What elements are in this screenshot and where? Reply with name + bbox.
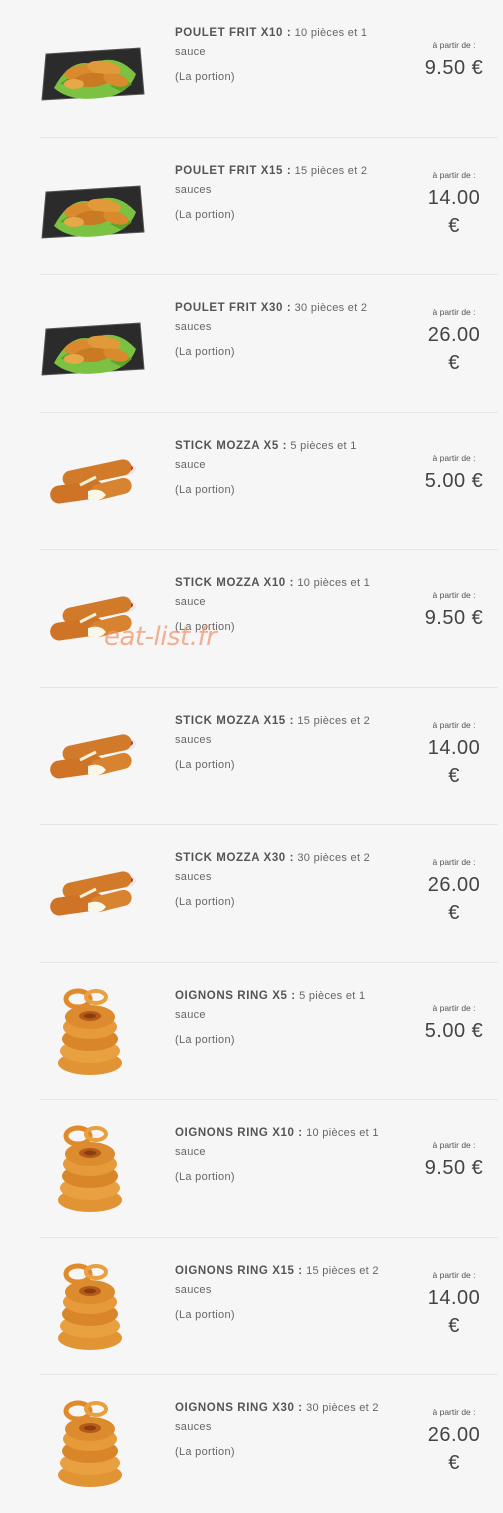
price-from-label: à partir de : [432,1002,476,1013]
onion-rings-image [40,981,150,1081]
item-price: 14.00 € [427,1286,481,1337]
price-from-label: à partir de : [432,307,476,317]
item-name: POULET FRIT X30 : [175,302,292,314]
item-price: 14.00 € [427,736,481,787]
item-name: OIGNONS RING X10 : [175,1127,303,1139]
price-from-label: à partir de : [432,719,476,730]
menu-item[interactable]: POULET FRIT X30 : 30 pièces et 2 sauces(… [40,275,498,413]
fried-chicken-image [40,18,150,118]
item-name: STICK MOZZA X15 : [175,714,295,727]
menu-item[interactable]: OIGNONS RING X30 : 30 pièces et 2 sauces… [40,1375,498,1513]
menu-item[interactable]: OIGNONS RING X15 : 15 pièces et 2 sauces… [40,1238,498,1375]
item-price: 14.00 € [427,186,481,237]
price-from-label: à partir de : [432,169,476,180]
price-from-label: à partir de : [432,857,476,867]
item-name: OIGNONS RING X30 : [175,1402,303,1414]
item-name: OIGNONS RING X15 : [175,1264,303,1277]
mozza-sticks-image [40,431,150,531]
item-price: 26.00 € [427,324,481,374]
menu-item[interactable]: STICK MOZZA X30 : 30 pièces et 2 sauces(… [40,825,498,963]
item-price: 5.00 € [424,1019,484,1042]
menu-list: POULET FRIT X10 : 10 pièces et 1 sauce (L… [0,0,503,1513]
item-description: POULET FRIT X10 : 10 pièces et 1 sauce (L… [175,24,390,87]
item-description: STICK MOZZA X5 : 5 pièces et 1 sauce (La … [175,437,390,500]
price-box: à partir de : 14.00 € [414,170,494,240]
price-box: à partir de : 9.50 € [414,40,494,82]
item-description: POULET FRIT X15 : 15 pièces et 2 sauces(… [175,162,390,225]
item-price: 9.50 € [424,1157,484,1179]
item-portion: (La portion) [175,71,235,83]
price-box: à partir de : 14.00 € [414,1270,494,1340]
price-box: à partir de : 9.50 € [414,590,494,632]
item-name: STICK MOZZA X5 : [175,439,288,452]
item-portion: (La portion) [175,1308,235,1321]
price-from-label: à partir de : [432,40,476,50]
menu-item[interactable]: OIGNONS RING X5 : 5 pièces et 1 sauce (La… [40,963,498,1100]
item-portion: (La portion) [175,758,235,771]
item-description: POULET FRIT X30 : 30 pièces et 2 sauces(… [175,299,390,362]
item-price: 9.50 € [424,607,484,629]
item-description: OIGNONS RING X15 : 15 pièces et 2 sauces… [175,1262,390,1325]
item-name: POULET FRIT X15 : [175,164,292,177]
item-portion: (La portion) [175,1171,235,1183]
item-portion: (La portion) [175,1446,235,1458]
item-price: 5.00 € [424,469,484,492]
price-from-label: à partir de : [432,452,476,463]
mozza-sticks-image [40,706,150,806]
item-description: OIGNONS RING X5 : 5 pièces et 1 sauce (La… [175,987,390,1050]
price-box: à partir de : 26.00 € [414,1407,494,1477]
item-description: OIGNONS RING X30 : 30 pièces et 2 sauces… [175,1399,390,1462]
price-from-label: à partir de : [432,1269,476,1280]
menu-item[interactable]: STICK MOZZA X5 : 5 pièces et 1 sauce (La … [40,413,498,550]
fried-chicken-image [40,156,150,256]
watermark: eat-list.fr [104,622,217,652]
price-from-label: à partir de : [432,1407,476,1417]
onion-rings-image [40,1256,150,1356]
item-price: 26.00 € [427,1424,481,1474]
price-box: à partir de : 5.00 € [414,453,494,495]
price-from-label: à partir de : [432,1140,476,1150]
mozza-sticks-image [40,568,150,668]
price-box: à partir de : 14.00 € [414,720,494,790]
item-description: STICK MOZZA X30 : 30 pièces et 2 sauces(… [175,849,390,912]
item-name: STICK MOZZA X30 : [175,852,295,864]
item-price: 26.00 € [427,874,481,924]
item-name: OIGNONS RING X5 : [175,989,296,1002]
fried-chicken-image [40,293,150,393]
item-portion: (La portion) [175,483,235,496]
item-name: POULET FRIT X10 : [175,27,292,39]
item-price: 9.50 € [424,57,484,79]
item-name: STICK MOZZA X10 : [175,577,295,589]
mozza-sticks-image [40,843,150,943]
price-box: à partir de : 9.50 € [414,1140,494,1182]
price-box: à partir de : 26.00 € [414,857,494,927]
item-portion: (La portion) [175,346,235,358]
menu-item[interactable]: STICK MOZZA X10 : 10 pièces et 1 sauce (L… [40,550,498,688]
menu-item[interactable]: POULET FRIT X10 : 10 pièces et 1 sauce (L… [40,0,498,138]
price-box: à partir de : 26.00 € [414,307,494,377]
menu-item[interactable]: STICK MOZZA X15 : 15 pièces et 2 sauces(… [40,688,498,825]
menu-item[interactable]: POULET FRIT X15 : 15 pièces et 2 sauces(… [40,138,498,275]
menu-item[interactable]: OIGNONS RING X10 : 10 pièces et 1 sauce(… [40,1100,498,1238]
onion-rings-image [40,1393,150,1493]
item-portion: (La portion) [175,896,235,908]
price-from-label: à partir de : [432,590,476,600]
item-portion: (La portion) [175,208,235,221]
item-description: STICK MOZZA X15 : 15 pièces et 2 sauces(… [175,712,390,775]
item-description: OIGNONS RING X10 : 10 pièces et 1 sauce(… [175,1124,390,1187]
price-box: à partir de : 5.00 € [414,1003,494,1045]
item-portion: (La portion) [175,1033,235,1046]
onion-rings-image [40,1118,150,1218]
